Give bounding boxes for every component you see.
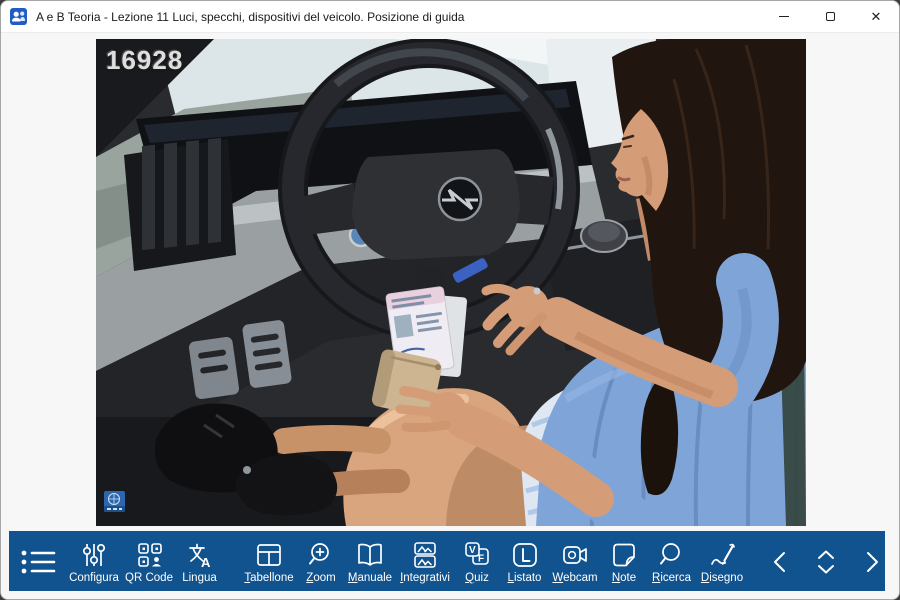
toolbar-item-qr-code[interactable]: QR Code xyxy=(123,531,175,593)
app-window: A e B Teoria - Lezione 11 Luci, specchi,… xyxy=(0,0,900,600)
search-icon xyxy=(657,540,687,570)
toolbar-label: Integrativi xyxy=(400,572,450,584)
toolbar-item-lingua[interactable]: A Lingua xyxy=(175,531,224,593)
qr-code-icon xyxy=(134,540,164,570)
maximize-button[interactable] xyxy=(807,1,853,33)
toolbar-label: Quiz xyxy=(465,572,489,584)
toolbar-label: Disegno xyxy=(701,572,743,584)
toolbar-item-disegno[interactable]: Disegno xyxy=(696,531,748,593)
toolbar-item-ricerca[interactable]: Ricerca xyxy=(647,531,696,593)
next-button[interactable] xyxy=(848,531,893,593)
letter-l-icon xyxy=(510,540,540,570)
toolbar-item-tabellone[interactable]: Tabellone xyxy=(240,531,298,593)
close-icon: ✕ xyxy=(871,10,882,23)
chevron-right-icon xyxy=(856,547,886,577)
left-hand xyxy=(400,391,467,430)
toolbar-label: QR Code xyxy=(125,572,173,584)
publisher-logo-watermark xyxy=(104,491,125,512)
pictures-icon xyxy=(410,540,440,570)
toolbar-item-quiz[interactable]: F V Quiz xyxy=(454,531,500,593)
toolbar-item-integrativi[interactable]: Integrativi xyxy=(396,531,454,593)
people-icon xyxy=(10,8,27,25)
quiz-letter-v: V xyxy=(469,545,476,556)
chevron-up-down-icon xyxy=(811,547,841,577)
toolbar-label: Manuale xyxy=(348,572,392,584)
true-false-icon: F V xyxy=(462,540,492,570)
table-icon xyxy=(254,540,284,570)
toolbar-label: Configura xyxy=(69,572,119,584)
toolbar-item-manuale[interactable]: Manuale xyxy=(344,531,396,593)
toolbar-label: Ricerca xyxy=(652,572,691,584)
toolbar-item-configura[interactable]: Configura xyxy=(65,531,123,593)
back-button[interactable] xyxy=(893,531,900,593)
webcam-icon xyxy=(560,540,590,570)
note-icon xyxy=(609,540,639,570)
maximize-icon xyxy=(826,12,835,21)
toolbar-label: Listato xyxy=(508,572,542,584)
toolbar-label: Zoom xyxy=(306,572,335,584)
open-book-icon xyxy=(355,540,385,570)
titlebar: A e B Teoria - Lezione 11 Luci, specchi,… xyxy=(1,1,899,33)
menu-button[interactable] xyxy=(13,531,65,593)
minimize-button[interactable] xyxy=(761,1,807,33)
window-title: A e B Teoria - Lezione 11 Luci, specchi,… xyxy=(36,10,761,24)
minimize-icon xyxy=(779,16,789,17)
close-button[interactable]: ✕ xyxy=(853,1,899,33)
window-controls: ✕ xyxy=(761,1,899,33)
toolbar-item-webcam[interactable]: Webcam xyxy=(549,531,601,593)
chevron-left-icon xyxy=(766,547,796,577)
toolbar-item-note[interactable]: Note xyxy=(601,531,647,593)
prev-button[interactable] xyxy=(758,531,803,593)
window-bottom-margin xyxy=(1,591,899,599)
lesson-photo: 16928 xyxy=(96,39,806,526)
bullet-list-icon xyxy=(20,547,58,577)
toolbar-item-zoom[interactable]: Zoom xyxy=(298,531,344,593)
toolbar-label: Lingua xyxy=(182,572,217,584)
translate-icon: A xyxy=(185,540,215,570)
lingua-letter: A xyxy=(201,555,211,570)
sliders-icon xyxy=(79,540,109,570)
zoom-in-icon xyxy=(306,540,336,570)
toolbar-label: Webcam xyxy=(552,572,597,584)
toolbar-label: Tabellone xyxy=(244,572,293,584)
toolbar: Configura QR Code xyxy=(9,531,885,593)
toolbar-item-listato[interactable]: Listato xyxy=(500,531,549,593)
scroll-button[interactable] xyxy=(803,531,848,593)
lesson-content: 16928 Configura xyxy=(1,34,899,599)
draw-pen-icon xyxy=(707,540,737,570)
toolbar-label: Note xyxy=(612,572,636,584)
car-interior-illustration xyxy=(96,39,806,526)
image-number: 16928 xyxy=(106,45,183,76)
